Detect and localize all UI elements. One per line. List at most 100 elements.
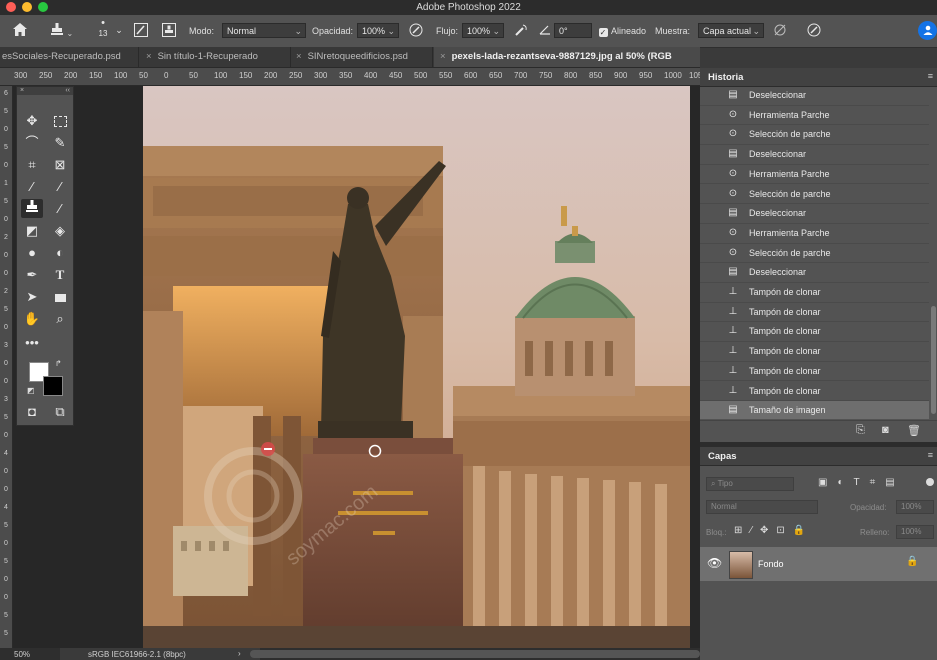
- path-selection-tool-icon[interactable]: ➤: [21, 287, 43, 306]
- brush-settings-icon[interactable]: [132, 23, 150, 40]
- zoom-level[interactable]: 50%: [14, 650, 30, 659]
- tab-pexels-active[interactable]: × pexels-lada-rezantseva-9887129.jpg al 5…: [434, 47, 700, 67]
- patch-icon: ⊙: [728, 128, 738, 140]
- layer-row-fondo[interactable]: 👁 Fondo 🔒: [700, 547, 937, 581]
- blur-tool-icon[interactable]: ●: [21, 243, 43, 262]
- ruler-tick-label: 0: [4, 486, 8, 493]
- close-icon[interactable]: ×: [20, 87, 24, 95]
- mode-select[interactable]: Normal ⌄: [222, 23, 306, 38]
- fill-input[interactable]: 100%: [896, 525, 934, 539]
- options-bar: ⌄ • 13 ⌄ Modo: Normal ⌄ Opacidad: 100% ⌄ F…: [0, 15, 937, 48]
- tools-panel-header[interactable]: × ‹‹: [17, 87, 73, 95]
- sample-select[interactable]: Capa actual ⌄: [698, 23, 764, 38]
- trash-icon[interactable]: 🗑: [907, 424, 921, 437]
- layer-filter-select[interactable]: ⌕ Tipo: [706, 477, 794, 491]
- swap-colors-icon[interactable]: ↱: [55, 359, 62, 368]
- more-tools-icon[interactable]: •••: [21, 333, 43, 352]
- move-tool-icon[interactable]: ✥: [21, 111, 43, 130]
- frame-tool-icon[interactable]: ⊠: [49, 155, 71, 174]
- history-item[interactable]: ⊙ Herramienta Parche: [700, 165, 929, 185]
- stamp-icon: ⊥: [728, 305, 738, 317]
- layer-opacity-input[interactable]: 100%: [896, 500, 934, 514]
- tab-sin-retoque[interactable]: × SINretoqueedificios.psd: [292, 47, 433, 67]
- paint-bucket-tool-icon[interactable]: ◈: [49, 221, 71, 240]
- clone-source-icon[interactable]: [160, 23, 178, 40]
- history-item[interactable]: ⊙ Herramienta Parche: [700, 224, 929, 244]
- history-item[interactable]: ⊙ Selección de parche: [700, 244, 929, 264]
- history-item[interactable]: ▤ Tamaño de imagen: [700, 401, 929, 419]
- history-item[interactable]: ⊙ Selección de parche: [700, 185, 929, 205]
- default-colors-icon[interactable]: ◩: [27, 386, 35, 395]
- tab-redes-sociales[interactable]: esSociales-Recuperado.psd: [0, 47, 139, 67]
- eye-icon[interactable]: 👁: [707, 556, 722, 570]
- eyedropper-tool-icon[interactable]: ⁄: [21, 177, 43, 196]
- history-item[interactable]: ⊥ Tampón de clonar: [700, 362, 929, 382]
- document-image[interactable]: soymac.com: [143, 86, 690, 648]
- type-tool-icon[interactable]: T: [49, 265, 71, 284]
- pressure-size-icon[interactable]: [806, 23, 822, 40]
- close-tab-icon[interactable]: ×: [440, 51, 446, 62]
- camera-icon[interactable]: ◙: [882, 424, 889, 436]
- lock-icon[interactable]: 🔒: [906, 556, 918, 567]
- eraser-tool-icon[interactable]: ◩: [21, 221, 43, 240]
- quick-mask-icon[interactable]: ◘: [21, 402, 43, 421]
- history-item[interactable]: ▤ Deseleccionar: [700, 86, 929, 106]
- history-item[interactable]: ⊙ Selección de parche: [700, 125, 929, 146]
- account-avatar[interactable]: [918, 21, 937, 40]
- brush-picker[interactable]: • 13: [93, 18, 113, 39]
- new-document-from-state-icon[interactable]: ⎘: [856, 424, 865, 437]
- rectangle-tool-icon[interactable]: [49, 287, 71, 306]
- clone-stamp-tool-icon[interactable]: [21, 199, 43, 218]
- airbrush-icon[interactable]: [512, 23, 530, 40]
- ignore-adjustment-layers-icon[interactable]: [772, 23, 788, 40]
- history-item[interactable]: ▤ Deseleccionar: [700, 145, 929, 165]
- brush-tool-icon[interactable]: ⁄: [49, 177, 71, 196]
- zoom-tool-icon[interactable]: ⌕: [49, 309, 71, 328]
- brush-dropdown-icon[interactable]: ⌄: [114, 23, 124, 38]
- history-item[interactable]: ⊙ Herramienta Parche: [700, 106, 929, 126]
- blend-mode-select[interactable]: Normal: [706, 500, 818, 514]
- flow-input[interactable]: 100% ⌄: [462, 23, 504, 38]
- background-color-swatch[interactable]: [43, 376, 63, 396]
- collapse-icon[interactable]: ‹‹: [65, 87, 70, 95]
- history-title[interactable]: Historia: [708, 72, 743, 83]
- history-item[interactable]: ⊥ Tampón de clonar: [700, 342, 929, 362]
- hand-tool-icon[interactable]: ✋: [21, 309, 43, 328]
- tab-sin-titulo[interactable]: × Sin título-1-Recuperado: [140, 47, 291, 67]
- lasso-tool-icon[interactable]: ⌒: [21, 133, 43, 152]
- layer-name[interactable]: Fondo: [758, 559, 784, 569]
- history-brush-tool-icon[interactable]: ⁄: [49, 199, 71, 218]
- tool-preset-picker[interactable]: ⌄: [48, 23, 76, 41]
- layers-title[interactable]: Capas: [708, 451, 737, 462]
- ruler-tick-label: 850: [589, 71, 603, 80]
- history-item[interactable]: ⊥ Tampón de clonar: [700, 382, 929, 402]
- history-item[interactable]: ⊥ Tampón de clonar: [700, 303, 929, 323]
- pressure-opacity-icon[interactable]: [407, 23, 425, 40]
- close-tab-icon[interactable]: ×: [146, 51, 152, 62]
- marquee-tool-icon[interactable]: [49, 111, 71, 130]
- dodge-tool-icon[interactable]: ◐: [49, 243, 71, 262]
- panel-menu-icon[interactable]: ≡: [928, 450, 933, 460]
- history-item[interactable]: ⊥ Tampón de clonar: [700, 283, 929, 303]
- crop-tool-icon[interactable]: ⌗: [21, 155, 43, 174]
- screen-mode-icon[interactable]: ⧉: [49, 402, 71, 421]
- opacity-input[interactable]: 100% ⌄: [357, 23, 399, 38]
- angle-input[interactable]: 0°: [554, 23, 592, 38]
- filter-toggle[interactable]: [926, 478, 934, 486]
- tools-panel: × ‹‹ ✥ ⌒ ✎ ⌗ ⊠ ⁄ ⁄ ⁄ ◩ ◈ ● ◐ ✒ T ➤ ✋ ⌕ •…: [16, 86, 74, 426]
- history-scrollbar[interactable]: [931, 306, 936, 414]
- aligned-checkbox[interactable]: ✓: [597, 23, 609, 38]
- home-icon[interactable]: [10, 23, 30, 39]
- status-arrow-icon[interactable]: ›: [238, 649, 241, 658]
- layer-filter-icons[interactable]: ▣◐T⌗▤: [818, 477, 905, 488]
- quick-selection-tool-icon[interactable]: ✎: [49, 133, 71, 152]
- history-panel-header: Historia ≡: [700, 68, 937, 87]
- history-item[interactable]: ▤ Deseleccionar: [700, 204, 929, 224]
- horizontal-scrollbar[interactable]: [250, 650, 700, 658]
- panel-menu-icon[interactable]: ≡: [928, 71, 933, 81]
- history-item[interactable]: ⊥ Tampón de clonar: [700, 322, 929, 343]
- lock-icons[interactable]: ⊞⁄✥⊡🔒: [734, 525, 813, 536]
- close-tab-icon[interactable]: ×: [296, 51, 302, 62]
- pen-tool-icon[interactable]: ✒: [21, 265, 43, 284]
- history-item[interactable]: ▤ Deseleccionar: [700, 263, 929, 283]
